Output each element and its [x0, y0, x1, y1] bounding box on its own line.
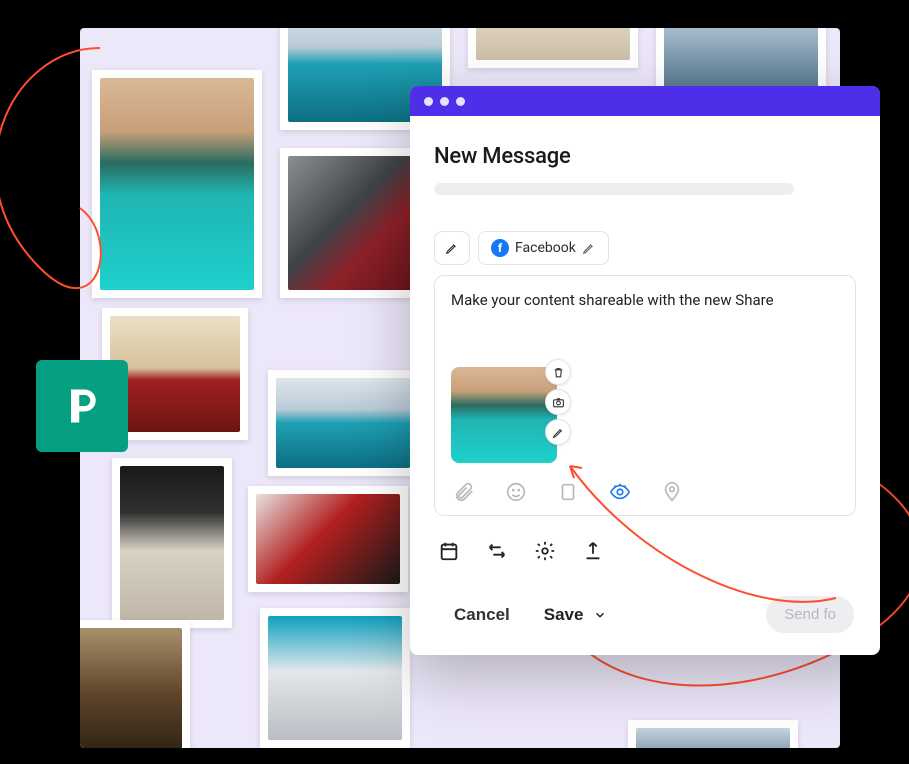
- save-button[interactable]: Save: [544, 605, 608, 625]
- tab-label: Facebook: [515, 240, 576, 256]
- message-text: Make your content shareable with the new…: [451, 290, 839, 311]
- camera-attachment-button[interactable]: [545, 389, 571, 415]
- schedule-button[interactable]: [436, 538, 462, 564]
- gallery-thumb: [260, 608, 410, 748]
- delete-attachment-button[interactable]: [545, 359, 571, 385]
- gallery-thumb: [628, 720, 798, 748]
- skeleton-line: [434, 183, 794, 195]
- modal-title: New Message: [434, 144, 856, 169]
- secondary-toolbar: [434, 538, 856, 564]
- gallery-thumb: [80, 620, 190, 748]
- queue-button[interactable]: [484, 538, 510, 564]
- cancel-button[interactable]: Cancel: [454, 605, 510, 625]
- location-button[interactable]: [659, 479, 685, 505]
- edit-attachment-button[interactable]: [545, 419, 571, 445]
- image-attachment[interactable]: [451, 367, 557, 463]
- window-dot: [424, 97, 433, 106]
- editor-toolbar: [451, 479, 839, 505]
- preview-button[interactable]: [607, 479, 633, 505]
- emoji-button[interactable]: [503, 479, 529, 505]
- attach-file-button[interactable]: [451, 479, 477, 505]
- facebook-icon: f: [491, 239, 509, 257]
- modal-footer: Cancel Save Send fo: [434, 590, 856, 633]
- facebook-tab[interactable]: f Facebook: [478, 231, 609, 265]
- export-button[interactable]: [580, 538, 606, 564]
- send-button[interactable]: Send fo: [766, 596, 854, 633]
- gallery-thumb: [248, 486, 408, 592]
- gallery-thumb: [268, 370, 418, 476]
- gallery-thumb: [468, 28, 638, 68]
- window-dot: [440, 97, 449, 106]
- message-editor[interactable]: Make your content shareable with the new…: [434, 275, 856, 516]
- edit-all-tab[interactable]: [434, 231, 470, 265]
- save-button-label: Save: [544, 605, 584, 625]
- chevron-down-icon: [593, 608, 607, 622]
- pexels-badge: [36, 360, 128, 452]
- settings-button[interactable]: [532, 538, 558, 564]
- window-titlebar: [410, 86, 880, 116]
- gallery-thumb: [112, 458, 232, 628]
- gallery-thumb: [92, 70, 262, 298]
- note-button[interactable]: [555, 479, 581, 505]
- compose-modal: New Message f Facebook Make your content…: [410, 86, 880, 655]
- window-dot: [456, 97, 465, 106]
- network-tabs: f Facebook: [434, 231, 856, 265]
